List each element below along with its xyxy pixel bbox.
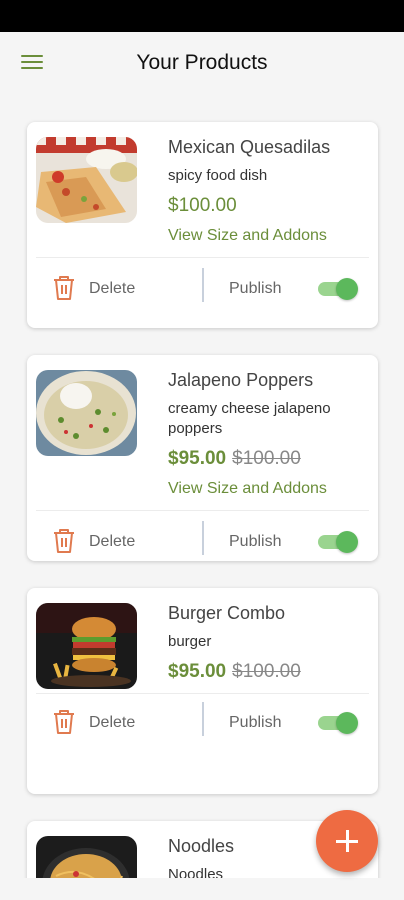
product-list[interactable]: Mexican Quesadilas spicy food dish $100.… bbox=[0, 96, 404, 878]
view-size-addons-link[interactable]: View Size and Addons bbox=[168, 479, 368, 499]
delete-button[interactable]: Delete bbox=[49, 702, 169, 742]
publish-label: Publish bbox=[229, 533, 282, 550]
bottom-safe-area bbox=[0, 878, 404, 900]
product-image-burger-combo bbox=[36, 603, 137, 689]
card-actions: Delete Publish bbox=[27, 521, 378, 561]
product-image-noodles bbox=[36, 836, 137, 878]
status-bar bbox=[0, 0, 404, 32]
publish-label: Publish bbox=[229, 280, 282, 297]
product-name: Mexican Quesadilas bbox=[168, 137, 331, 157]
product-price: $95.00 bbox=[168, 661, 227, 682]
card-actions: Delete Publish bbox=[27, 268, 378, 308]
product-description: burger bbox=[168, 633, 212, 650]
delete-button[interactable]: Delete bbox=[49, 268, 169, 308]
product-card: Jalapeno Poppers creamy cheese jalapeno … bbox=[27, 355, 378, 561]
product-card: Mexican Quesadilas spicy food dish $100.… bbox=[27, 122, 378, 328]
product-price: $95.00 bbox=[168, 448, 227, 469]
product-card: Burger Combo burger $95.00 $100.00 Delete… bbox=[27, 588, 378, 794]
delete-label: Delete bbox=[89, 533, 136, 550]
trash-icon bbox=[54, 529, 74, 553]
trash-icon bbox=[54, 710, 74, 734]
publish-label: Publish bbox=[229, 714, 282, 731]
action-divider bbox=[202, 521, 204, 555]
publish-toggle[interactable] bbox=[318, 530, 358, 553]
card-divider bbox=[36, 510, 369, 511]
delete-button[interactable]: Delete bbox=[49, 521, 169, 561]
action-divider bbox=[202, 268, 204, 302]
trash-icon bbox=[54, 276, 74, 300]
delete-label: Delete bbox=[89, 280, 136, 297]
delete-label: Delete bbox=[89, 714, 136, 731]
publish-toggle[interactable] bbox=[318, 277, 358, 300]
action-divider bbox=[202, 702, 204, 736]
view-size-addons-link[interactable]: View Size and Addons bbox=[168, 226, 368, 246]
add-product-button[interactable] bbox=[316, 810, 378, 872]
publish-toggle[interactable] bbox=[318, 711, 358, 734]
product-image-quesadilla bbox=[36, 137, 137, 223]
product-description: spicy food dish bbox=[168, 167, 268, 184]
page-title: Your Products bbox=[136, 51, 268, 74]
app-bar: Your Products bbox=[0, 32, 404, 96]
product-original-price: $100.00 bbox=[232, 448, 301, 469]
product-description: creamy cheese jalapeno poppers bbox=[168, 400, 331, 437]
card-divider bbox=[36, 693, 369, 694]
product-image-jalapeno-poppers bbox=[36, 370, 137, 456]
product-name: Jalapeno Poppers bbox=[168, 370, 314, 390]
product-name: Burger Combo bbox=[168, 603, 286, 623]
product-price: $100.00 bbox=[168, 195, 237, 216]
product-original-price: $100.00 bbox=[232, 661, 301, 682]
card-actions: Delete Publish bbox=[27, 702, 378, 742]
card-divider bbox=[36, 257, 369, 258]
